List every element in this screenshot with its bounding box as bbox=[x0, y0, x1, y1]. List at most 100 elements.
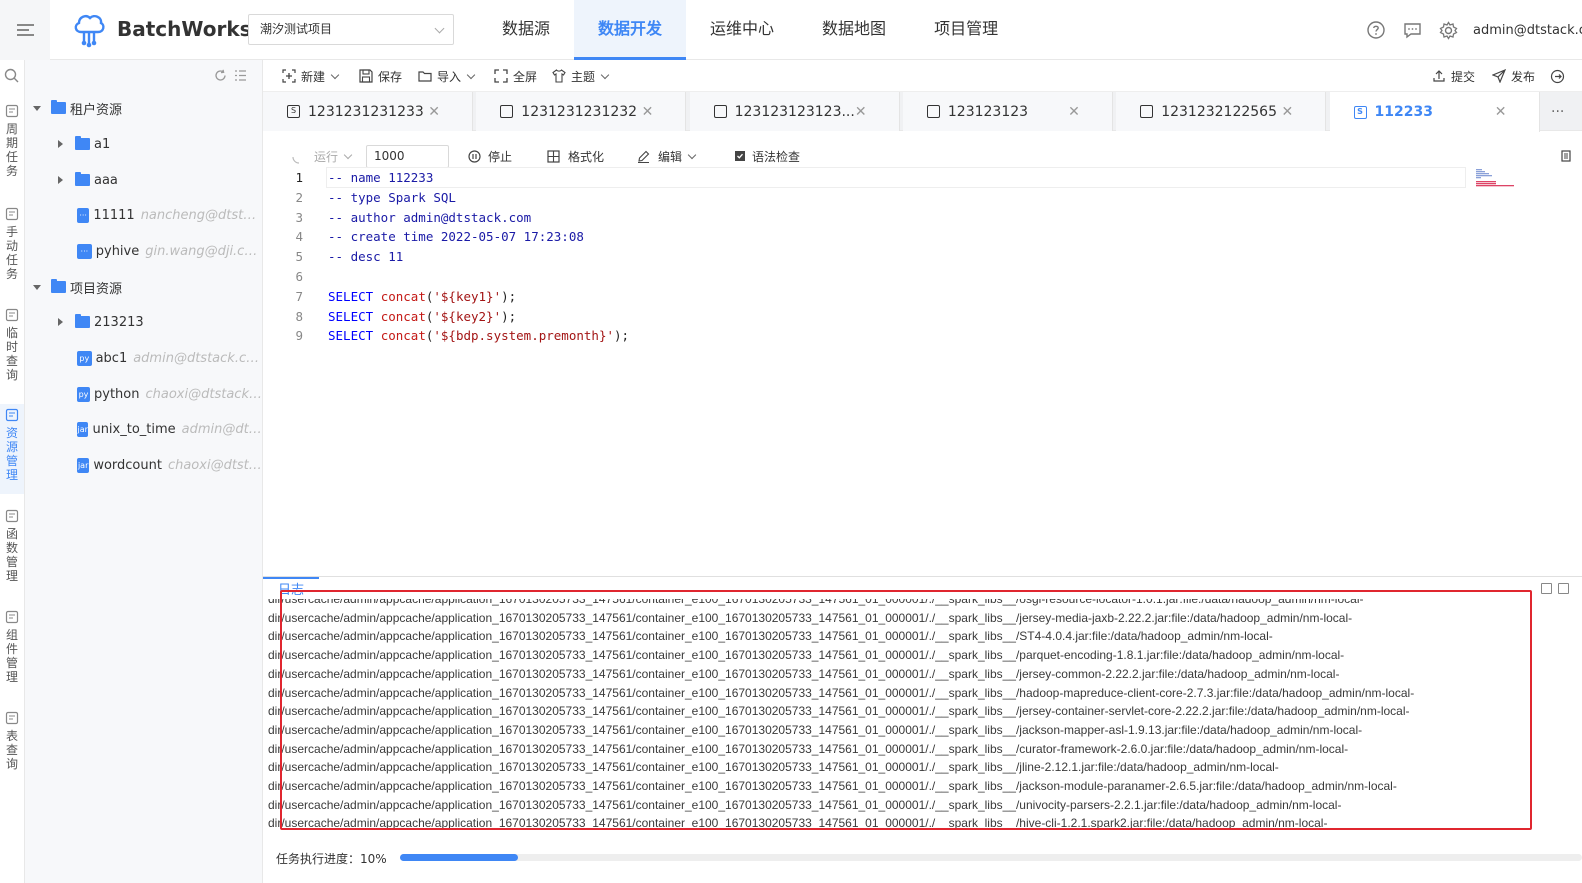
theme-shirt-icon bbox=[552, 69, 566, 83]
nav-item-3[interactable]: 数据地图 bbox=[798, 0, 910, 60]
rail-item-4[interactable]: 函数管理 bbox=[0, 505, 24, 589]
new-button[interactable]: 新建 bbox=[282, 60, 340, 92]
code-line: 3 -- author admin@dtstack.com bbox=[263, 208, 1463, 228]
chevron-down-icon bbox=[687, 150, 697, 159]
close-icon[interactable]: ✕ bbox=[855, 104, 867, 120]
nav-item-0[interactable]: 数据源 bbox=[478, 0, 574, 60]
tree-item-label: python bbox=[94, 386, 140, 402]
tree-item[interactable]: 213213 bbox=[25, 307, 263, 337]
folder-icon bbox=[51, 100, 66, 114]
tree-item-owner: chaoxi@dtstack.com bbox=[145, 386, 264, 402]
theme-label: 主题 bbox=[571, 69, 596, 84]
close-icon[interactable]: ✕ bbox=[1068, 104, 1080, 120]
message-icon[interactable] bbox=[1401, 19, 1423, 41]
minimize-log-icon[interactable] bbox=[1558, 583, 1569, 594]
tree-item[interactable]: jarwordcount chaoxi@dtstack... bbox=[25, 450, 263, 480]
sql-file-icon: S bbox=[287, 105, 300, 118]
caret-down-icon[interactable] bbox=[33, 105, 41, 111]
close-icon[interactable]: ✕ bbox=[1495, 104, 1507, 120]
rail-item-0[interactable]: 周期任务 bbox=[0, 100, 24, 184]
close-icon[interactable]: ✕ bbox=[642, 104, 654, 120]
tree-item[interactable]: jarunix_to_time admin@dtstac... bbox=[25, 414, 263, 444]
syntax-check-icon bbox=[735, 151, 745, 161]
log-panel: 日志 dir/usercache/admin/appcache/applicat… bbox=[263, 576, 1582, 834]
tree-item[interactable]: aaa bbox=[25, 165, 263, 195]
log-line: dir/usercache/admin/appcache/application… bbox=[268, 629, 1273, 644]
file-type-icon: ··· bbox=[77, 207, 90, 223]
progress-value: 10% bbox=[360, 852, 387, 866]
file-type-icon: py bbox=[77, 350, 92, 366]
rail-item-3[interactable]: 资源管理 bbox=[0, 404, 24, 494]
file-tab-0[interactable]: S 1231231231233 ✕ bbox=[263, 92, 473, 131]
file-tab-2[interactable]: 123123123123... ✕ bbox=[689, 92, 900, 131]
tab-label: 1231231231233 bbox=[308, 103, 424, 120]
tree-group[interactable]: 租户资源 bbox=[25, 93, 263, 123]
tree-item-label: 11111 bbox=[93, 207, 135, 223]
rail-item-6[interactable]: 表查询 bbox=[0, 707, 24, 773]
file-tab-1[interactable]: 1231231231232 ✕ bbox=[476, 92, 687, 131]
tree-item[interactable]: ··· pyhive gin.wang@dji.com bbox=[25, 236, 263, 266]
settings-gear-icon[interactable] bbox=[1437, 19, 1459, 41]
user-account[interactable]: admin@dtstack.c bbox=[1473, 23, 1582, 38]
caret-right-icon[interactable] bbox=[58, 176, 63, 184]
maximize-log-icon[interactable] bbox=[1541, 583, 1552, 594]
nav-item-4[interactable]: 项目管理 bbox=[910, 0, 1022, 60]
tree-item[interactable]: ···11111 nancheng@dtstack.c... bbox=[25, 200, 263, 230]
log-line: dir/usercache/admin/appcache/application… bbox=[268, 816, 1328, 831]
log-output[interactable]: dir/usercache/admin/appcache/application… bbox=[268, 599, 1528, 833]
help-icon[interactable] bbox=[1365, 19, 1387, 41]
code-token: -- name 112233 bbox=[328, 170, 434, 185]
edit-label: 编辑 bbox=[658, 149, 683, 164]
code-token: -- type Spark SQL bbox=[328, 189, 456, 205]
fullscreen-icon bbox=[494, 69, 508, 83]
close-icon[interactable]: ✕ bbox=[1281, 104, 1293, 120]
theme-button[interactable]: 主题 bbox=[552, 60, 610, 92]
file-type-icon: py bbox=[77, 386, 91, 402]
rail-item-5[interactable]: 组件管理 bbox=[0, 606, 24, 690]
code-editor[interactable]: 1 -- name 112233 2 -- type Spark SQL 3 -- aut… bbox=[263, 168, 1582, 573]
close-icon[interactable]: ✕ bbox=[428, 104, 440, 120]
tree-item[interactable]: py abc1 admin@dtstack.com bbox=[25, 343, 263, 373]
file-tab-4[interactable]: 1231232122565 ✕ bbox=[1116, 92, 1327, 131]
send-icon bbox=[1492, 69, 1506, 83]
file-tab-5[interactable]: S 112233 ✕ bbox=[1329, 92, 1540, 132]
row-limit-input[interactable]: 1000 bbox=[366, 145, 449, 168]
tree-item[interactable]: pypython chaoxi@dtstack.com bbox=[25, 379, 263, 409]
rail-item-char: 手 bbox=[5, 225, 18, 239]
save-button[interactable]: 保存 bbox=[359, 60, 402, 92]
rail-item-char: 管 bbox=[5, 656, 18, 670]
log-line: dir/usercache/admin/appcache/application… bbox=[268, 722, 1363, 737]
side-panel-icon[interactable] bbox=[1561, 150, 1571, 162]
code-text: -- name 112233 bbox=[328, 168, 433, 188]
progress-track bbox=[400, 854, 1582, 861]
fullscreen-button[interactable]: 全屏 bbox=[494, 60, 537, 92]
tree-group[interactable]: 项目资源 bbox=[25, 272, 263, 302]
rail-item-2[interactable]: 临时查询 bbox=[0, 304, 24, 388]
rail-item-char: 函 bbox=[5, 527, 18, 541]
format-icon bbox=[547, 149, 560, 163]
publish-button[interactable]: 发布 bbox=[1492, 60, 1535, 92]
code-line: 9 SELECT concat('${bdp.system.premonth}')… bbox=[263, 326, 1463, 346]
rail-item-1[interactable]: 手动任务 bbox=[0, 203, 24, 287]
code-text: -- desc 11 bbox=[328, 247, 403, 267]
caret-down-icon[interactable] bbox=[33, 284, 41, 290]
code-text: SELECT concat('${key1}'); bbox=[328, 287, 516, 307]
menu-toggle-button[interactable] bbox=[0, 0, 50, 60]
code-line: 4 -- create time 2022-05-07 17:23:08 bbox=[263, 227, 1463, 247]
caret-right-icon[interactable] bbox=[58, 318, 63, 326]
file-tab-3[interactable]: 123123123 ✕ bbox=[902, 92, 1113, 131]
submit-button[interactable]: 提交 bbox=[1432, 60, 1475, 92]
log-tab[interactable]: 日志 bbox=[263, 577, 319, 599]
nav-item-1[interactable]: 数据开发 bbox=[574, 0, 687, 60]
project-select[interactable]: 潮汐测试项目 bbox=[248, 14, 454, 45]
search-icon[interactable] bbox=[4, 68, 19, 83]
refresh-icon[interactable] bbox=[214, 69, 227, 82]
more-tabs-icon[interactable]: ··· bbox=[1551, 104, 1564, 120]
nav-item-2[interactable]: 运维中心 bbox=[686, 0, 798, 60]
import-button[interactable]: 导入 bbox=[418, 60, 476, 92]
caret-right-icon[interactable] bbox=[58, 140, 63, 148]
exit-button[interactable] bbox=[1550, 60, 1565, 92]
code-minimap[interactable] bbox=[1473, 168, 1515, 188]
list-view-icon[interactable] bbox=[234, 69, 247, 82]
tree-item[interactable]: a1 bbox=[25, 129, 263, 159]
